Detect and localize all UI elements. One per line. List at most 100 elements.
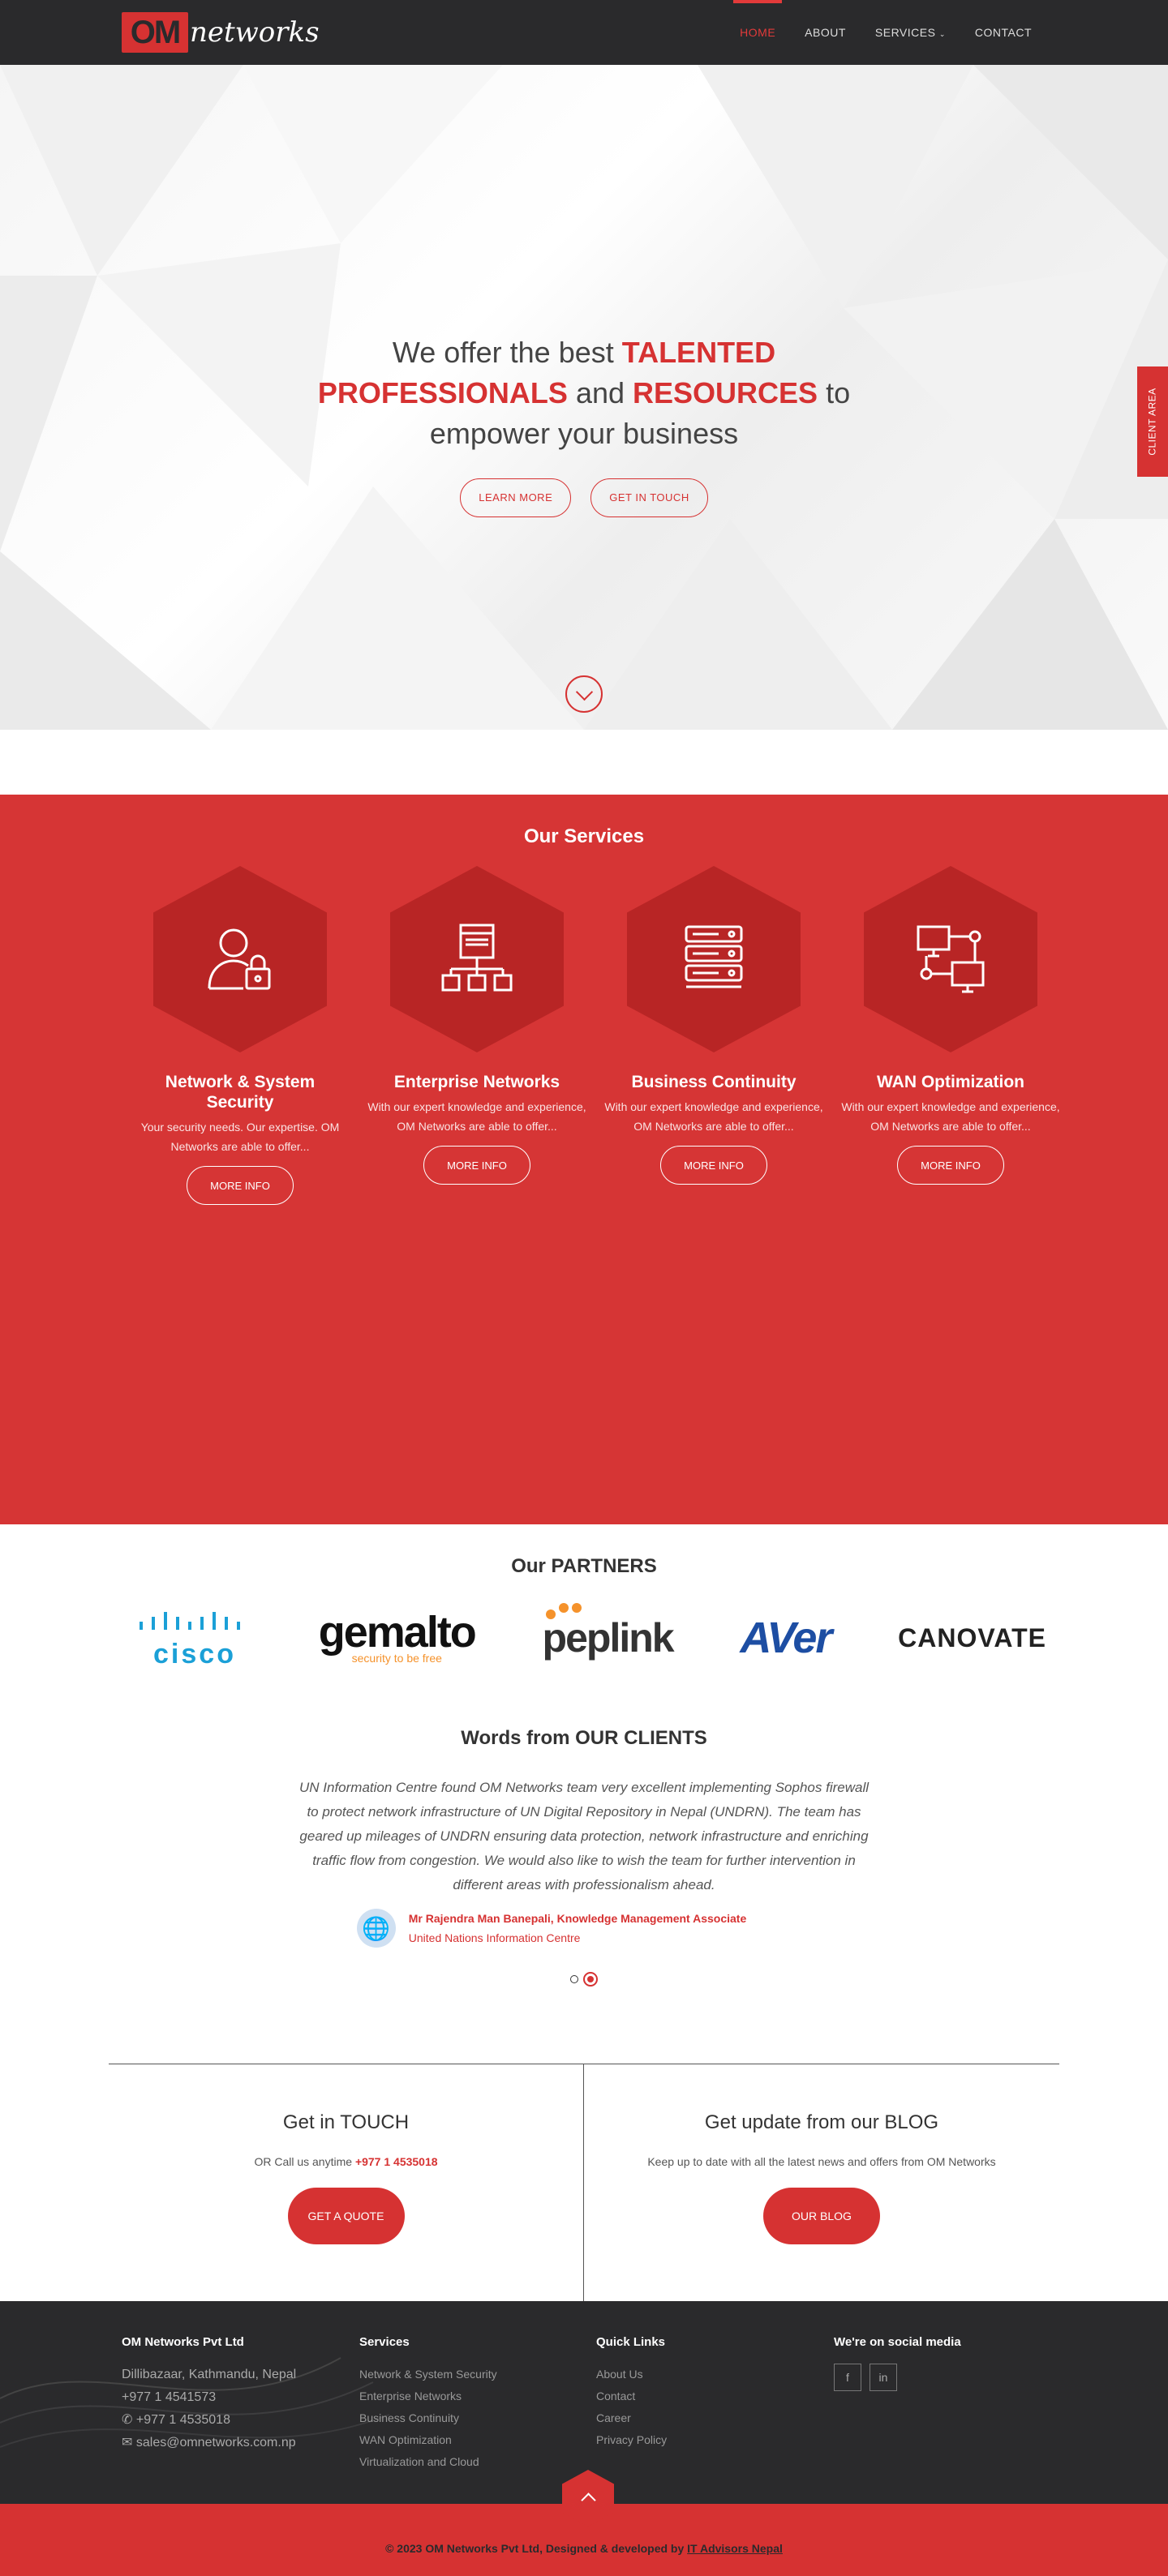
partner-logos: cisco gemalto security to be free peplin… — [138, 1603, 1046, 1670]
learn-more-button[interactable]: LEARN MORE — [460, 478, 572, 517]
footer-address: Dillibazaar, Kathmandu, Nepal — [122, 2368, 297, 2381]
author-org: United Nations Information Centre — [408, 1931, 581, 1944]
service-description: With our expert knowledge and experience… — [841, 1100, 1060, 1133]
scroll-down-icon[interactable] — [565, 675, 603, 713]
carousel-dots — [0, 1972, 1168, 1987]
get-a-quote-button[interactable]: GET A QUOTE — [287, 2188, 405, 2244]
footer-service-link[interactable]: Virtualization and Cloud — [359, 2451, 497, 2473]
gemalto-text: gemalto — [318, 1608, 477, 1657]
footer-links-title: Quick Links — [596, 2335, 666, 2349]
blog-text: Keep up to date with all the latest news… — [647, 2155, 996, 2168]
nav-services-label: SERVICES — [874, 26, 936, 39]
cisco-bars-icon — [140, 1611, 240, 1630]
nav-about[interactable]: ABOUT — [790, 0, 861, 65]
footer-email-row: ✉ sales@omnetworks.com.np — [122, 2432, 296, 2454]
canovate-logo[interactable]: CANOVATE — [898, 1623, 1046, 1653]
hero-text-1: We offer the best — [392, 336, 622, 369]
carousel-dot[interactable] — [570, 1975, 578, 1983]
service-hexagon — [390, 866, 564, 1052]
footer-company-name: OM Networks Pvt Ltd — [122, 2335, 244, 2349]
hero-text-3: and — [567, 376, 633, 409]
footer-phone-2: +977 1 4535018 — [135, 2413, 230, 2427]
partners-title: Our PARTNERS — [511, 1555, 657, 1577]
service-card: WAN Optimization With our expert knowled… — [832, 866, 1069, 1205]
un-emblem-icon: 🌐 — [356, 1909, 396, 1948]
call-label: OR Call us anytime — [254, 2155, 355, 2168]
hero-buttons: LEARN MORE GET IN TOUCH — [0, 478, 1168, 517]
service-title: Network & System Security — [165, 1073, 316, 1112]
blog-panel: Get update from our BLOG Keep up to date… — [584, 2064, 1059, 2301]
linkedin-icon[interactable]: in — [870, 2364, 897, 2391]
footer-quick-link[interactable]: Contact — [596, 2385, 667, 2407]
get-in-touch-panel: Get in TOUCH OR Call us anytime +977 1 4… — [109, 2064, 584, 2301]
user-lock-icon — [208, 928, 271, 990]
peplink-logo[interactable]: peplink — [542, 1603, 675, 1661]
top-navbar: OM networks HOME ABOUT SERVICES ⌄ CONTAC… — [0, 0, 1168, 65]
footer-quick-link[interactable]: About Us — [596, 2364, 667, 2385]
nav-services[interactable]: SERVICES ⌄ — [861, 0, 960, 65]
cisco-text: cisco — [153, 1638, 236, 1669]
service-card: Enterprise Networks With our expert know… — [359, 866, 595, 1205]
footer-services-title: Services — [359, 2335, 410, 2349]
developer-link[interactable]: IT Advisors Nepal — [687, 2542, 783, 2555]
logo[interactable]: OM networks — [122, 12, 320, 53]
peplink-text: peplink — [542, 1615, 675, 1661]
our-blog-button[interactable]: OUR BLOG — [763, 2188, 880, 2244]
facebook-icon[interactable]: f — [834, 2364, 861, 2391]
footer-services-col: Services Network & System Security Enter… — [359, 2335, 497, 2473]
footer-service-link[interactable]: Enterprise Networks — [359, 2385, 497, 2407]
chevron-down-icon: ⌄ — [938, 30, 946, 38]
testimonial-title: Words from OUR CLIENTS — [461, 1727, 707, 1749]
footer-phone-1: +977 1 4541573 — [122, 2390, 217, 2404]
footer-company-col: OM Networks Pvt Ltd Dillibazaar, Kathman… — [122, 2335, 296, 2454]
footer-social-title: We're on social media — [834, 2335, 961, 2349]
canovate-text: CANOVATE — [898, 1622, 1046, 1652]
aver-logo[interactable]: AVer — [740, 1613, 832, 1663]
network-hierarchy-icon — [441, 924, 513, 992]
call-phone[interactable]: +977 1 4535018 — [355, 2155, 438, 2168]
logo-networks-text: networks — [190, 16, 320, 49]
client-area-tab[interactable]: CLIENT AREA — [1137, 366, 1168, 477]
partners-section: Our PARTNERS cisco gemalto security to b… — [0, 1524, 1168, 1687]
call-text: OR Call us anytime +977 1 4535018 — [109, 2155, 583, 2168]
server-stack-icon — [685, 925, 743, 988]
footer-service-link[interactable]: WAN Optimization — [359, 2429, 497, 2451]
author-name: Mr Rajendra Man Banepali, Knowledge Mana… — [408, 1912, 747, 1925]
blog-title: Get update from our BLOG — [704, 2111, 939, 2133]
footer-quick-link[interactable]: Career — [596, 2407, 667, 2429]
footer-service-link[interactable]: Business Continuity — [359, 2407, 497, 2429]
more-info-button[interactable]: MORE INFO — [660, 1146, 767, 1185]
nav-home[interactable]: HOME — [725, 0, 790, 65]
envelope-icon: ✉ — [122, 2436, 133, 2450]
gemalto-logo[interactable]: gemalto security to be free — [318, 1608, 477, 1665]
footer-phone-2-row: ✆ +977 1 4535018 — [122, 2409, 296, 2432]
cisco-logo[interactable]: cisco — [138, 1609, 251, 1668]
get-in-touch-button[interactable]: GET IN TOUCH — [590, 478, 708, 517]
more-info-button[interactable]: MORE INFO — [423, 1146, 530, 1185]
service-hexagon — [864, 866, 1037, 1052]
service-card: Business Continuity With our expert know… — [595, 866, 832, 1205]
service-hexagon — [153, 866, 327, 1052]
client-area-label: CLIENT AREA — [1147, 388, 1158, 456]
service-hexagon — [627, 866, 801, 1052]
footer-email[interactable]: sales@omnetworks.com.np — [136, 2436, 296, 2450]
footer-service-link[interactable]: Network & System Security — [359, 2364, 497, 2385]
service-description: Your security needs. Our expertise. OM N… — [140, 1121, 340, 1153]
carousel-dot-active[interactable] — [583, 1972, 598, 1987]
more-info-button[interactable]: MORE INFO — [897, 1146, 1004, 1185]
service-card: Network & System Security Your security … — [122, 866, 359, 1205]
get-in-touch-title: Get in TOUCH — [282, 2111, 410, 2133]
main-menu: HOME ABOUT SERVICES ⌄ CONTACT — [725, 0, 1046, 65]
service-description: With our expert knowledge and experience… — [367, 1100, 586, 1133]
social-links: f in — [834, 2364, 961, 2391]
service-description: With our expert knowledge and experience… — [604, 1100, 823, 1133]
footer-quick-link[interactable]: Privacy Policy — [596, 2429, 667, 2451]
footer-links-col: Quick Links About Us Contact Career Priv… — [596, 2335, 667, 2451]
services-title: Our Services — [523, 825, 645, 847]
testimonial-author: 🌐 Mr Rajendra Man Banepali, Knowledge Ma… — [0, 1909, 1168, 1948]
footer-social-col: We're on social media f in — [834, 2335, 961, 2391]
cta-section: Get in TOUCH OR Call us anytime +977 1 4… — [109, 2064, 1059, 2301]
nav-contact[interactable]: CONTACT — [960, 0, 1046, 65]
more-info-button[interactable]: MORE INFO — [187, 1166, 294, 1205]
services-section: Our Services Network & System Security Y… — [0, 795, 1168, 1524]
